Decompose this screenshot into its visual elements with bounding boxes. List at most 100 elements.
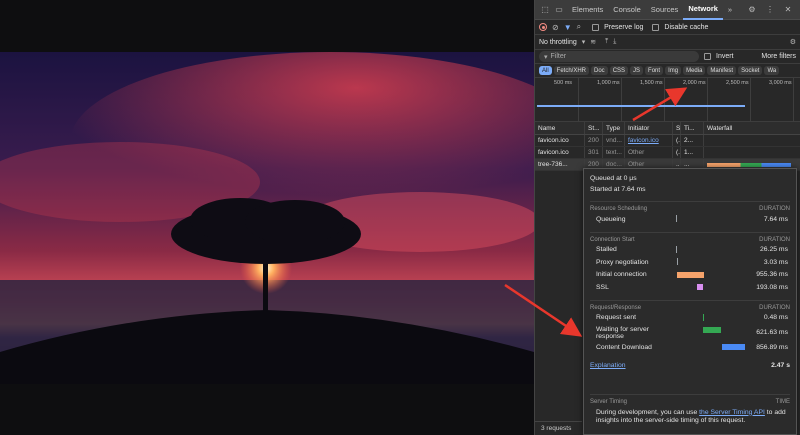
requests-table-body: favicon.ico200vnd...favicon.ico(...2...f… <box>535 135 800 171</box>
overview-tick-label: 500 ms <box>554 80 573 86</box>
timing-bar <box>703 327 721 333</box>
tab-console[interactable]: Console <box>608 0 646 20</box>
type-filter-chip[interactable]: All <box>539 66 552 75</box>
overview-gridline <box>664 78 665 122</box>
tree-sunset-image <box>0 52 534 384</box>
timing-label: Queueing <box>596 215 626 223</box>
type-filter-chip[interactable]: Wa <box>764 66 780 75</box>
timing-section-header: Connection Start DURATION <box>590 231 790 244</box>
overview-gridline <box>793 78 794 122</box>
preserve-log-label: Preserve log <box>604 23 644 31</box>
overview-tick-label: 2,500 ms <box>726 80 749 86</box>
network-settings-gear-icon[interactable]: ⚙ <box>790 38 796 46</box>
timing-value: 955.36 ms <box>756 271 788 279</box>
timing-section-title: Request/Response <box>590 304 642 311</box>
status-bar: 3 requests <box>535 421 582 435</box>
timing-row: Content Download 856.89 ms <box>590 341 790 354</box>
explanation-link[interactable]: Explanation <box>590 362 626 369</box>
invert-checkbox[interactable] <box>704 53 711 60</box>
network-conditions-icon[interactable]: ≋ <box>590 38 596 46</box>
filter-funnel-icon[interactable]: ▼ <box>564 23 572 32</box>
tab-network[interactable]: Network <box>683 0 723 20</box>
queued-at: Queued at 0 μs <box>590 175 637 182</box>
type-filter-chip[interactable]: Font <box>645 66 664 75</box>
timing-row: Initial connection 955.36 ms <box>590 269 790 282</box>
filter-placeholder: Filter <box>550 53 567 60</box>
more-tabs-icon[interactable]: » <box>723 0 737 20</box>
col-status[interactable]: St... <box>585 122 603 134</box>
cell-name: favicon.ico <box>535 147 585 158</box>
cell-initiator[interactable]: favicon.ico <box>625 135 673 146</box>
cell-time: 1... <box>681 147 704 158</box>
col-type[interactable]: Type <box>603 122 625 134</box>
preserve-log-checkbox[interactable] <box>592 23 600 31</box>
inspect-element-icon[interactable]: ⬚ <box>539 4 551 16</box>
cell-waterfall <box>704 135 800 146</box>
throttling-row: No throttling ▾ ≋ ⤒ ⤓ ⚙ <box>535 35 800 50</box>
cell-waterfall <box>704 147 800 158</box>
cell-type: vnd... <box>603 135 625 146</box>
type-filter-chip[interactable]: JS <box>630 66 644 75</box>
table-row[interactable]: favicon.ico200vnd...favicon.ico(...2... <box>535 135 800 147</box>
chevron-down-icon[interactable]: ▾ <box>582 38 586 46</box>
timing-label: Request sent <box>596 314 637 322</box>
type-filter-chip[interactable]: Media <box>683 66 706 75</box>
clear-icon[interactable]: ⊘ <box>552 23 559 32</box>
timing-label: Content Download <box>596 343 652 351</box>
tab-sources[interactable]: Sources <box>646 0 684 20</box>
network-overview[interactable]: 500 ms 1,000 ms 1,500 ms 2,000 ms 2,500 ms 3,… <box>535 78 800 122</box>
search-icon[interactable]: ⌕ <box>577 22 581 32</box>
type-filter-chip[interactable]: Manifest <box>707 66 737 75</box>
more-filters-button[interactable]: More filters <box>761 53 796 60</box>
disable-cache-checkbox[interactable] <box>652 23 660 31</box>
network-toolbar: ⊘ ▼ ⌕ Preserve log Disable cache <box>535 20 800 35</box>
timing-label: SSL <box>596 283 609 291</box>
cell-size: (... <box>673 135 681 146</box>
cell-name: favicon.ico <box>535 135 585 146</box>
col-waterfall[interactable]: Waterfall <box>704 122 800 134</box>
throttling-select[interactable]: No throttling <box>539 39 577 46</box>
cell-size: (... <box>673 147 681 158</box>
timing-bar <box>697 284 703 290</box>
duration-label: DURATION <box>759 206 790 212</box>
type-filter-chip[interactable]: CSS <box>609 66 629 75</box>
timing-value: 621.63 ms <box>756 329 788 336</box>
col-name[interactable]: Name <box>535 122 585 134</box>
close-icon[interactable]: ✕ <box>782 4 794 16</box>
filter-input[interactable]: ▾ Filter <box>539 51 699 62</box>
tab-elements[interactable]: Elements <box>567 0 608 20</box>
duration-label: DURATION <box>759 304 790 311</box>
record-button[interactable] <box>539 23 547 31</box>
type-filter-bar: All Fetch/XHR Doc CSS JS Font Img Media Manifest… <box>535 64 800 78</box>
kebab-menu-icon[interactable]: ⋮ <box>764 4 776 16</box>
overview-gridline <box>750 78 751 122</box>
col-initiator[interactable]: Initiator <box>625 122 673 134</box>
overview-gridline <box>707 78 708 122</box>
timing-section-title: Resource Scheduling <box>590 206 648 212</box>
server-timing-header: Server Timing TIME <box>590 393 790 406</box>
overview-tick-label: 2,000 ms <box>683 80 706 86</box>
server-timing-api-link[interactable]: the Server Timing API <box>699 409 765 416</box>
col-time[interactable]: Ti... <box>681 122 704 134</box>
table-row[interactable]: favicon.ico301text...Other(...1... <box>535 147 800 159</box>
timing-section-header: Request/Response DURATION <box>590 299 790 312</box>
overview-request-bar <box>537 105 745 107</box>
settings-gear-icon[interactable]: ⚙ <box>746 4 758 16</box>
timing-row: Queueing 7.64 ms <box>590 213 790 226</box>
type-filter-chip[interactable]: Doc <box>591 66 608 75</box>
upload-icon[interactable]: ⤒ <box>605 38 608 46</box>
server-timing-text: During development, you can use the Serv… <box>590 409 790 425</box>
col-size[interactable]: S <box>673 122 681 134</box>
download-icon[interactable]: ⤓ <box>613 38 616 46</box>
filter-row: ▾ Filter Invert More filters <box>535 50 800 64</box>
cell-time: 2... <box>681 135 704 146</box>
duration-label: DURATION <box>759 236 790 243</box>
server-timing-title: Server Timing <box>590 398 628 405</box>
server-timing-before: During development, you can use <box>596 408 700 416</box>
type-filter-chip[interactable]: Socket <box>738 66 763 75</box>
timing-value: 26.25 ms <box>760 246 788 254</box>
device-toolbar-icon[interactable]: ▭ <box>553 4 565 16</box>
type-filter-chip[interactable]: Img <box>665 66 682 75</box>
timing-value: 7.64 ms <box>763 215 788 223</box>
type-filter-chip[interactable]: Fetch/XHR <box>553 66 590 75</box>
